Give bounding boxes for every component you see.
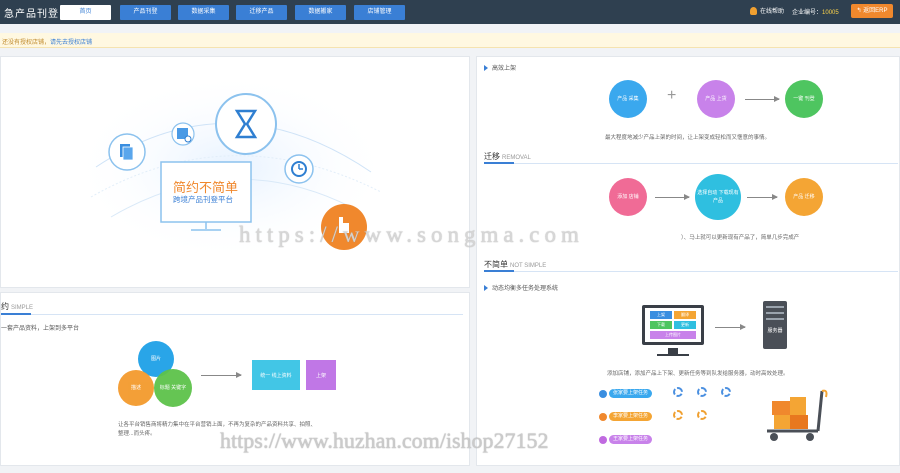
tab-product-publish[interactable]: 产品刊登 <box>120 5 171 20</box>
upload-arrow <box>745 96 780 102</box>
screen-translate: 翻译 <box>674 311 696 319</box>
migrate-arrow-1 <box>655 194 690 200</box>
notice-bar: 还没有授权店铺，请先去授权店铺 <box>0 33 900 48</box>
gear-icon <box>697 387 707 397</box>
notsimple-subheading: 动态均衡多任务处理系统 <box>484 283 558 292</box>
help-label: 在线帮助 <box>760 9 785 15</box>
tab-migrate[interactable]: 迁移产品 <box>236 5 287 20</box>
worker-row-3: 王家要上架任务 <box>599 435 653 444</box>
circle-one-click: 一键 刊登 <box>785 80 823 118</box>
circle-collect: 产品 采集 <box>609 80 647 118</box>
screen-update: 更新 <box>674 321 696 329</box>
migrate-heading: 迁移 REMOVAL <box>484 152 531 161</box>
circle-title-keyword: 标题 关键字 <box>154 369 192 407</box>
hero-subslogan: 跨境产品刊登平台 <box>173 195 233 204</box>
person-icon <box>599 389 607 398</box>
server-icon: 服务器 <box>763 301 787 349</box>
publish-box: 上架 <box>306 360 336 390</box>
notsimple-divider <box>484 270 898 272</box>
plus-icon: + <box>667 87 677 104</box>
circle-add-store: 添加 店铺 <box>609 178 647 216</box>
app-title: 急产品刊登 <box>4 9 59 20</box>
company-id: 企业编号：10005 <box>792 10 839 16</box>
upload-subheading: 高效上架 <box>484 63 516 72</box>
server-arrow <box>715 324 746 330</box>
unified-data-box: 统一 线上资料 <box>252 360 300 390</box>
top-bar: 急产品刊登 首页 产品刊登 数据采集 迁移产品 数据搬家 店铺管理 在线帮助 企… <box>0 0 900 24</box>
tab-home[interactable]: 首页 <box>60 5 111 20</box>
return-icon: ↰ <box>856 8 862 14</box>
gear-icon <box>673 410 683 420</box>
simple-heading: 约 SIMPLE <box>1 302 34 311</box>
tab-data-move[interactable]: 数据搬家 <box>295 5 346 20</box>
watermark-bottom: https://www.huzhan.com/ishop27152 <box>220 428 549 453</box>
hero-panel: 简约不简单 跨境产品刊登平台 <box>0 56 470 288</box>
migrate-arrow-2 <box>747 194 778 200</box>
upload-caption: 最大程度地减少产品上架的时间，让上架变成轻松而又惬意的事情。 <box>605 135 771 141</box>
help-link[interactable]: 在线帮助 <box>750 6 784 15</box>
tab-store-manage[interactable]: 店铺管理 <box>354 5 405 20</box>
monitor-illustration: 上架 翻译 下载 更新 上传图片 <box>642 305 704 345</box>
triangle-icon <box>484 284 488 291</box>
person-icon <box>599 412 607 421</box>
notsimple-caption: 添加店铺，添加产品上下架、更新任务等到队发给服务器，动时高效处理。 <box>607 371 789 377</box>
return-erp-button[interactable]: ↰ 返回ERP <box>851 4 893 18</box>
cart-icon <box>767 389 828 441</box>
person-icon <box>599 435 607 444</box>
simple-arrow <box>201 372 242 378</box>
circle-auto-download: 选择自动 下载现有 产品 <box>695 174 741 220</box>
migrate-divider <box>484 162 898 164</box>
screen-upload-images: 上传图片 <box>650 331 696 339</box>
gear-icon <box>697 410 707 420</box>
triangle-icon <box>484 64 488 71</box>
migrate-caption: ）、马上就可以更新现有产品了，简单几步完成产 <box>681 235 800 241</box>
worker-row-2: 李家要上架任务 <box>599 412 653 421</box>
server-label: 服务器 <box>767 328 783 334</box>
hero-illustration <box>71 72 391 262</box>
simple-divider <box>1 313 463 315</box>
gear-icon <box>721 387 731 397</box>
screen-download: 下载 <box>650 321 672 329</box>
notsimple-heading: 不简单 NOT SIMPLE <box>484 260 547 269</box>
user-icon <box>750 6 757 15</box>
circle-listing: 产品 上货 <box>697 80 735 118</box>
circle-desc: 描述 <box>118 370 154 406</box>
worker-row-1: 张家要上架任务 <box>599 389 653 398</box>
notice-text: 还没有授权店铺，请先去授权店铺 <box>2 40 93 46</box>
monitor-base <box>657 354 689 356</box>
screen-upload: 上架 <box>650 311 672 319</box>
authorize-store-link[interactable]: 请先去授权店铺 <box>50 40 92 46</box>
watermark-top: https://www.songma.com <box>239 222 584 247</box>
tab-data-collect[interactable]: 数据采集 <box>178 5 229 20</box>
circle-migrate: 产品 迁移 <box>785 178 823 216</box>
gear-icon <box>673 387 683 397</box>
simple-desc: 一套产品资料，上架到多平台 <box>1 326 80 332</box>
right-panel: 高效上架 产品 采集 + 产品 上货 一键 刊登 最大程度地减少产品上架的时间，… <box>476 56 900 466</box>
